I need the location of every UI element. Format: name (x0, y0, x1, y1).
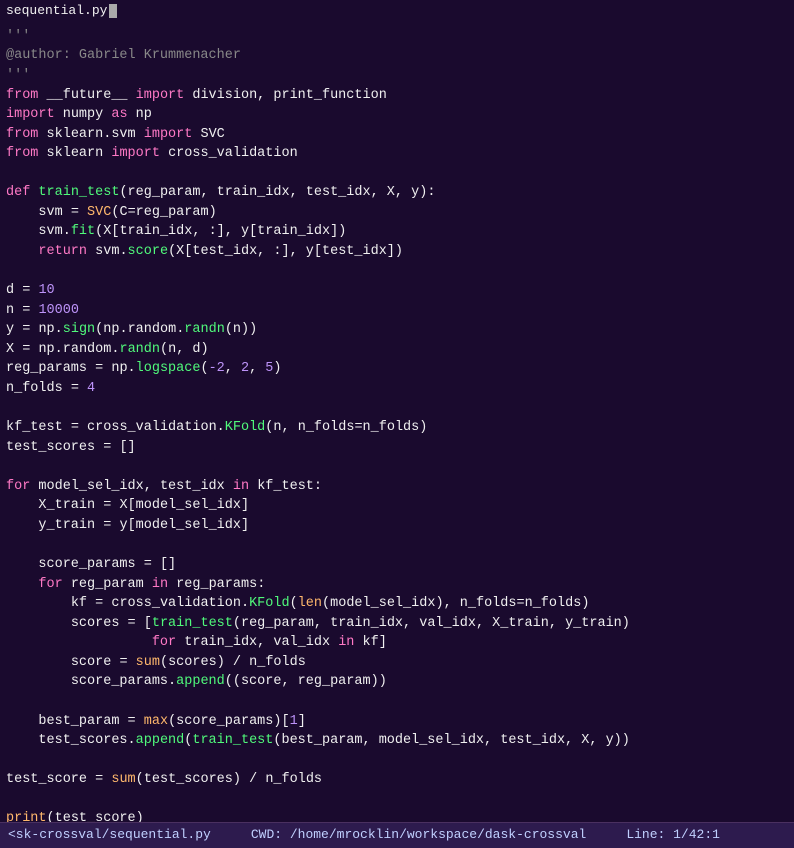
title-bar-filename: sequential.py (6, 2, 107, 21)
editor: sequential.py ''' @author: Gabriel Krumm… (0, 0, 794, 848)
code-area[interactable]: ''' @author: Gabriel Krummenacher ''' fr… (0, 23, 794, 822)
status-bar: <sk-crossval/sequential.py CWD: /home/mr… (0, 822, 794, 848)
title-bar: sequential.py (0, 0, 794, 23)
status-file: <sk-crossval/sequential.py (8, 826, 211, 845)
status-line: Line: 1/42:1 (626, 826, 720, 845)
status-cwd: CWD: /home/mrocklin/workspace/dask-cross… (251, 826, 586, 845)
title-bar-cursor (109, 4, 117, 18)
